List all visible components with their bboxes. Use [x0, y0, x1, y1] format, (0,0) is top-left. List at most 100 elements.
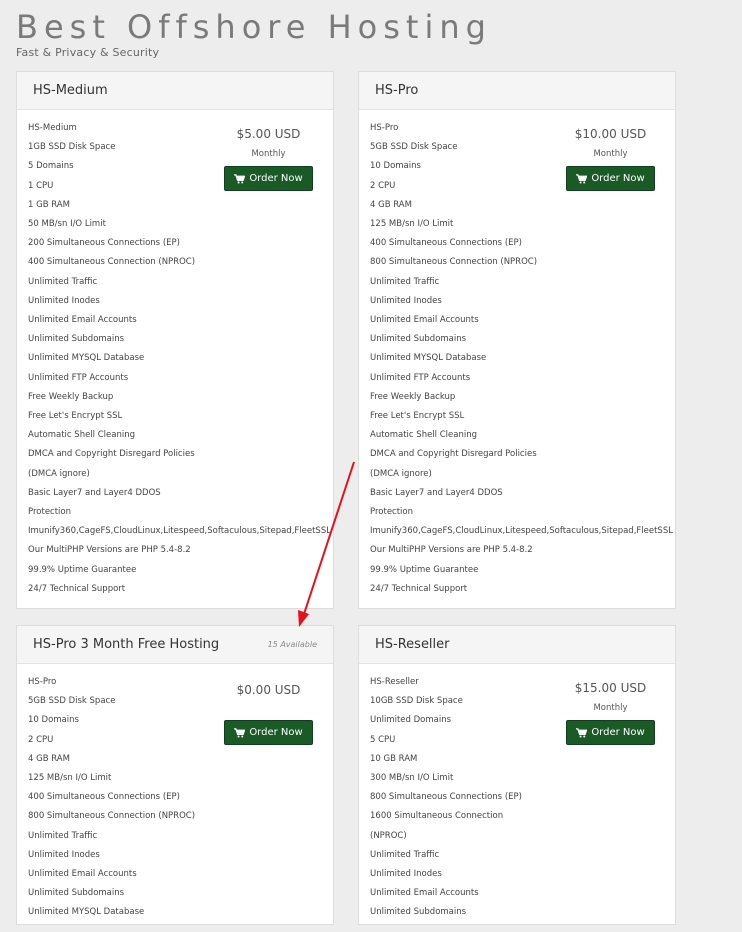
feature-item: 400 Simultaneous Connections (EP): [370, 238, 522, 249]
price-box: $0.00 USD Order Now: [224, 682, 313, 745]
feature-item: Automatic Shell Cleaning: [370, 430, 477, 441]
price: $5.00 USD: [236, 127, 301, 141]
feature-item: 1600 Simultaneous Connection: [370, 811, 504, 822]
feature-item: 4 GB RAM: [28, 753, 70, 764]
shopping-cart-icon: [576, 173, 588, 183]
feature-item: Our MultiPHP Versions are PHP 5.4-8.2: [370, 545, 533, 556]
billing-cycle: Monthly: [593, 703, 628, 713]
feature-item: 1 GB RAM: [28, 199, 70, 210]
feature-item: 50 MB/sn I/O Limit: [28, 219, 106, 230]
feature-item: Unlimited Traffic: [370, 849, 440, 860]
product-name: HS-Medium: [33, 83, 108, 98]
feature-item: Unlimited Traffic: [28, 276, 98, 287]
feature-list: HS-Medium 1GB SSD Disk Space 5 Domains 1 CP…: [28, 119, 331, 599]
order-now-label: Order Now: [591, 173, 645, 184]
feature-item: Unlimited MYSQL Database: [28, 353, 145, 364]
order-now-button[interactable]: Order Now: [566, 720, 655, 745]
feature-item: Automatic Shell Cleaning: [28, 430, 135, 441]
feature-item: Unlimited FTP Accounts: [28, 372, 129, 383]
feature-item: 400 Simultaneous Connection (NPROC): [28, 257, 196, 268]
feature-list: HS-Pro 5GB SSD Disk Space 10 Domains 2 CPU 4…: [370, 119, 673, 599]
card-body: HS-Medium 1GB SSD Disk Space 5 Domains 1 CP…: [17, 110, 333, 608]
order-now-button[interactable]: Order Now: [224, 166, 313, 191]
product-name: HS-Pro 3 Month Free Hosting: [33, 637, 220, 652]
order-now-label: Order Now: [249, 727, 303, 738]
card-body: HS-Pro 5GB SSD Disk Space 10 Domains 2 CPU 4…: [17, 664, 333, 932]
feature-item: 24/7 Technical Support: [370, 583, 468, 594]
product-card-hs-pro: HS-Pro HS-Pro 5GB SSD Disk Space 10 Domains…: [358, 71, 676, 609]
feature-item: Unlimited Subdomains: [28, 334, 125, 345]
order-now-label: Order Now: [249, 173, 303, 184]
product-card-hs-reseller: HS-Reseller HS-Reseller 10GB SSD Disk Spac…: [358, 625, 676, 925]
feature-item: 125 MB/sn I/O Limit: [28, 773, 112, 784]
product-card-hs-pro-free: HS-Pro 3 Month Free Hosting 15 Available H…: [16, 625, 334, 925]
order-now-button[interactable]: Order Now: [224, 720, 313, 745]
feature-item: DMCA and Copyright Disregard Policies: [370, 449, 537, 460]
order-now-label: Order Now: [591, 727, 645, 738]
availability-label: 15 Available: [267, 640, 317, 649]
feature-item: 400 Simultaneous Connections (EP): [28, 792, 180, 803]
feature-item: 800 Simultaneous Connection (NPROC): [370, 257, 538, 268]
feature-item: Our MultiPHP Versions are PHP 5.4-8.2: [28, 545, 191, 556]
feature-item: Unlimited MYSQL Database: [28, 907, 145, 918]
feature-item: (DMCA ignore): [28, 468, 90, 479]
shopping-cart-icon: [234, 173, 246, 183]
page-header: Best Offshore Hosting Fast & Privacy & S…: [16, 8, 492, 59]
feature-item: 800 Simultaneous Connections (EP): [370, 792, 522, 803]
feature-item: Unlimited Inodes: [370, 295, 442, 306]
feature-item: Basic Layer7 and Layer4 DDOS: [370, 487, 503, 498]
feature-item: Free Let's Encrypt SSL: [370, 411, 465, 422]
page-subtitle: Fast & Privacy & Security: [16, 46, 160, 59]
feature-item: Free Weekly Backup: [28, 391, 114, 402]
billing-cycle: Monthly: [251, 149, 286, 159]
feature-item: Unlimited FTP Accounts: [370, 372, 471, 383]
feature-item: 24/7 Technical Support: [28, 583, 126, 594]
feature-item: 200 Simultaneous Connections (EP): [28, 238, 180, 249]
feature-item: Unlimited Email Accounts: [28, 315, 137, 326]
price-box: $10.00 USD Monthly Order Now: [566, 126, 655, 191]
feature-item: Free Weekly Backup: [370, 391, 456, 402]
product-name: HS-Reseller: [375, 637, 450, 652]
feature-item: Free Let's Encrypt SSL: [28, 411, 123, 422]
card-header: HS-Medium: [17, 72, 333, 110]
feature-item: Protection: [28, 507, 72, 518]
feature-item: 99.9% Uptime Guarantee: [370, 564, 479, 575]
price: $10.00 USD: [574, 127, 647, 141]
product-card-hs-medium: HS-Medium HS-Medium 1GB SSD Disk Space 5 Do…: [16, 71, 334, 609]
feature-item: Imunify360,CageFS,CloudLinux,Litespeed,S…: [370, 526, 673, 537]
price-box: $5.00 USD Monthly Order Now: [224, 126, 313, 191]
price-box: $15.00 USD Monthly Order Now: [566, 680, 655, 745]
feature-item: 300 MB/sn I/O Limit: [370, 773, 454, 784]
feature-item: Unlimited Email Accounts: [28, 869, 137, 880]
feature-item: Unlimited Traffic: [28, 830, 98, 841]
feature-item: Unlimited Inodes: [370, 869, 442, 880]
product-name: HS-Pro: [375, 83, 419, 98]
billing-cycle: Monthly: [593, 149, 628, 159]
shopping-cart-icon: [576, 727, 588, 737]
card-body: HS-Reseller 10GB SSD Disk Space Unlimited …: [359, 664, 675, 932]
card-header: HS-Pro: [359, 72, 675, 110]
feature-item: Unlimited Subdomains: [370, 334, 467, 345]
card-header: HS-Reseller: [359, 626, 675, 664]
order-now-button[interactable]: Order Now: [566, 166, 655, 191]
feature-item: 800 Simultaneous Connection (NPROC): [28, 811, 196, 822]
feature-item: Protection: [370, 507, 414, 518]
feature-item: Unlimited Subdomains: [370, 907, 467, 918]
card-body: HS-Pro 5GB SSD Disk Space 10 Domains 2 CPU 4…: [359, 110, 675, 608]
feature-item: Unlimited Traffic: [370, 276, 440, 287]
feature-item: Imunify360,CageFS,CloudLinux,Litespeed,S…: [28, 526, 331, 537]
page-title: Best Offshore Hosting: [16, 8, 492, 46]
feature-item: Unlimited Subdomains: [28, 888, 125, 899]
price: $0.00 USD: [236, 683, 301, 697]
card-header: HS-Pro 3 Month Free Hosting 15 Available: [17, 626, 333, 664]
price: $15.00 USD: [574, 681, 647, 695]
feature-item: Unlimited Inodes: [28, 849, 100, 860]
feature-item: Unlimited Email Accounts: [370, 315, 479, 326]
shopping-cart-icon: [234, 727, 246, 737]
feature-item: (DMCA ignore): [370, 468, 432, 479]
feature-item: Basic Layer7 and Layer4 DDOS: [28, 487, 161, 498]
feature-item: 125 MB/sn I/O Limit: [370, 219, 454, 230]
feature-item: Unlimited Email Accounts: [370, 888, 479, 899]
feature-item: Unlimited Inodes: [28, 295, 100, 306]
feature-item: 99.9% Uptime Guarantee: [28, 564, 137, 575]
